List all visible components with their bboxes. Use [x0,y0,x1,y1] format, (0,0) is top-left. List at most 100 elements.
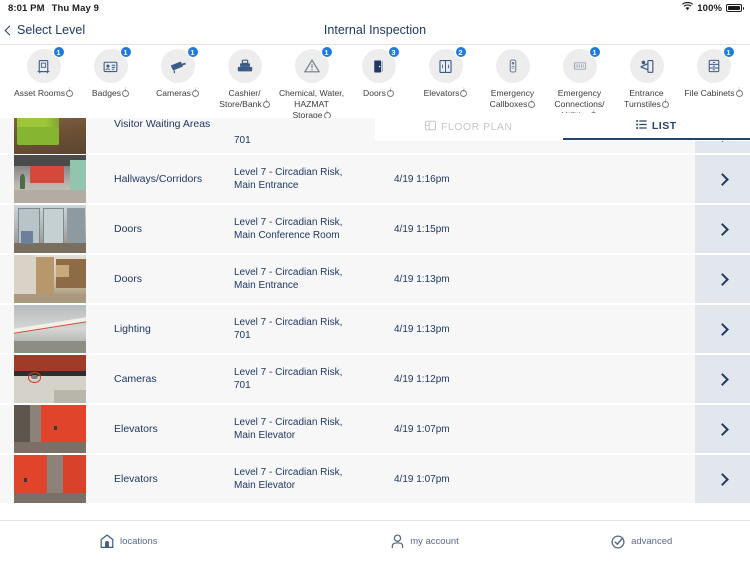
category-badge: 1 [52,46,65,58]
category-badge: 2 [454,46,467,58]
category-badge: 1 [186,46,199,58]
category-badge: 1 [119,46,132,58]
chevron-right-icon [716,472,729,486]
category-cashier-store-bank[interactable]: Cashier/ Store/Bank [211,49,278,110]
category-cameras[interactable]: 1 Cameras [144,46,211,99]
row-location-text: Level 7 - Circadian Risk, 701 [234,316,342,342]
tab-floor-plan-label: FLOOR PLAN [440,120,513,133]
row-chevron-button[interactable] [695,205,750,253]
category-label: Elevators [413,88,479,99]
table-row[interactable]: Lighting Level 7 - Circadian Risk, 701 4… [0,305,750,354]
row-location-line2: Main Elevator [234,480,296,491]
row-name: Visitor Waiting Areas [114,118,211,130]
battery-full-icon [726,4,744,12]
row-chevron-button[interactable] [695,455,750,503]
info-icon[interactable] [66,88,74,97]
category-label: Cameras [145,88,211,99]
category-icon-wrap: 1 [562,46,601,83]
row-chevron-button[interactable] [695,355,750,403]
row-thumbnail [14,405,86,453]
category-icon-wrap: 2 [428,46,467,83]
row-name: Hallways/Corridors [114,173,203,185]
category-label: Doors [346,88,412,99]
table-row[interactable]: Cameras Level 7 - Circadian Risk, 701 4/… [0,355,750,404]
category-emergency-connections-utilities[interactable]: 1 Emergency Connections/ Utilities [546,46,613,121]
info-icon[interactable] [122,88,130,97]
info-icon[interactable] [460,88,468,97]
row-location-text: Level 7 - Circadian Risk, Main Elevator [234,416,342,442]
info-icon[interactable] [191,88,199,97]
table-row[interactable]: Doors Level 7 - Circadian Risk, Main Con… [0,205,750,254]
row-chevron-button[interactable] [695,405,750,453]
row-time: 4/19 1:12pm [394,373,450,385]
table-row[interactable]: Elevators Level 7 - Circadian Risk, Main… [0,455,750,504]
category-entrance-turnstiles[interactable]: Entrance Turnstiles [613,49,680,110]
tab-list[interactable]: LIST [562,113,750,140]
table-row[interactable]: Doors Level 7 - Circadian Risk, Main Ent… [0,255,750,304]
status-bar-right: 100% [682,1,744,14]
row-location: Level 7 - Circadian Risk, Main Elevator [234,455,394,503]
chevron-right-icon [716,172,729,186]
status-bar-left: 8:01 PM Thu May 9 [8,3,99,14]
advanced-check-icon [611,534,625,549]
row-location: Level 7 - Circadian Risk, Main Entrance [234,155,394,203]
category-badge: 1 [588,46,601,58]
category-doors[interactable]: 3 Doors [345,46,412,99]
row-location-line2: 701 [234,135,251,146]
category-elevators[interactable]: 2 Elevators [412,46,479,99]
bottom-tab-bar[interactable]: locations my account advanced [0,520,750,562]
category-icon-wrap: 1 [93,46,132,83]
row-location-line2: 701 [234,330,251,341]
row-location: 701 [234,118,394,153]
turnstile-icon [629,49,664,83]
category-badge: 1 [722,46,735,58]
row-thumbnail [14,305,86,353]
row-time: 4/19 1:15pm [394,223,450,235]
row-location: Level 7 - Circadian Risk, 701 [234,355,394,403]
info-icon[interactable] [262,99,270,108]
category-emergency-callboxes[interactable]: Emergency Callboxes [479,49,546,110]
category-icon-wrap: 3 [361,46,400,83]
chevron-right-icon [716,372,729,386]
bottom-tab-locations[interactable]: locations [0,521,317,562]
category-icon-wrap [227,49,262,83]
info-icon[interactable] [386,88,394,97]
row-name: Doors [114,223,143,235]
view-tab-bar[interactable]: FLOOR PLAN LIST [375,113,750,141]
chevron-right-icon [716,272,729,286]
category-label: Cashier/ Store/Bank [212,88,278,110]
table-row[interactable]: Hallways/Corridors Level 7 - Circadian R… [0,155,750,204]
row-time: 4/19 1:16pm [394,173,450,185]
tab-list-label: LIST [651,119,677,132]
category-label: Emergency Callboxes [480,88,546,110]
info-icon[interactable] [735,88,743,97]
chevron-right-icon [716,222,729,236]
category-badges[interactable]: 1 Badges [77,46,144,99]
row-chevron-button[interactable] [695,305,750,353]
row-chevron-button[interactable] [695,255,750,303]
row-location-line2: 701 [234,380,251,391]
status-time: 8:01 PM [8,2,45,14]
category-chemical-water-hazmat-storage[interactable]: 1 Chemical, Water, HAZMAT Storage [278,46,345,121]
cash-register-icon [227,49,262,83]
row-chevron-button[interactable] [695,155,750,203]
category-file-cabinets[interactable]: 1 File Cabinets [680,46,747,99]
row-thumbnail [14,455,86,503]
info-icon[interactable] [528,99,536,108]
bottom-tab-my-account-label: my account [410,536,459,547]
tab-floor-plan[interactable]: FLOOR PLAN [375,113,563,140]
inspection-list[interactable]: Visitor Waiting Areas 701 4/19 1:18pm Ha… [0,118,750,518]
app-screen: 8:01 PM Thu May 9 100% Select Level Inte… [0,0,750,562]
category-asset-rooms[interactable]: 1 Asset Rooms [10,46,77,99]
row-location-line1: Level 7 - Circadian Risk, [234,367,343,378]
category-badge: 1 [320,46,333,58]
row-thumbnail [14,118,86,154]
row-name: Lighting [114,323,151,335]
row-time: 4/19 1:13pm [394,323,450,335]
bottom-tab-advanced[interactable]: advanced [533,521,750,562]
info-icon[interactable] [661,99,669,108]
battery-percent: 100% [697,2,722,14]
row-location: Level 7 - Circadian Risk, Main Conferenc… [234,205,394,253]
table-row[interactable]: Elevators Level 7 - Circadian Risk, Main… [0,405,750,454]
bottom-tab-my-account[interactable]: my account [317,521,534,562]
